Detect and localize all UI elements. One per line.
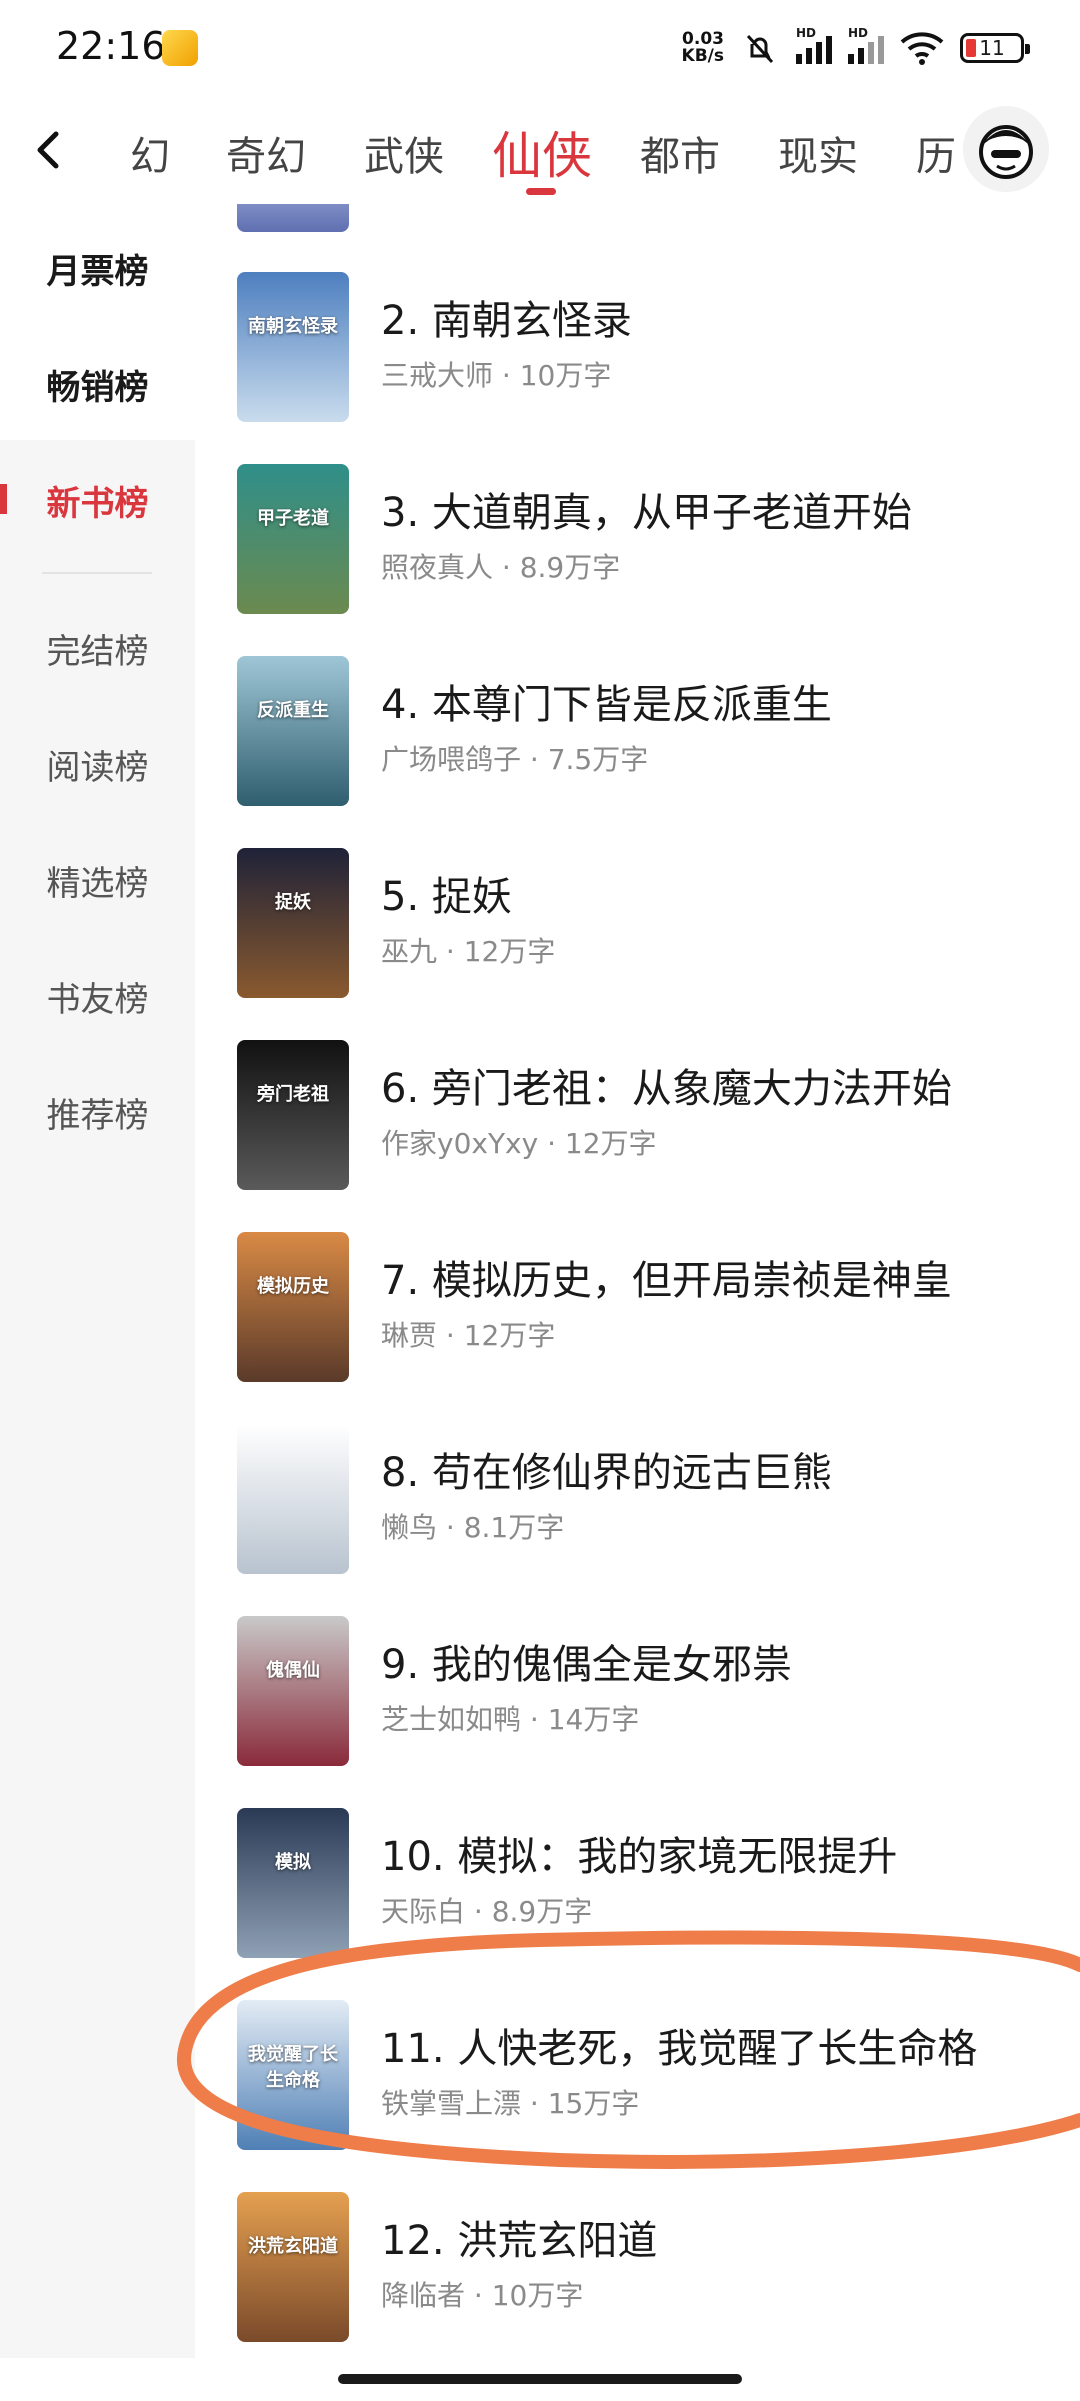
book-row[interactable]: 捉妖 5. 捉妖 巫九 · 12万字	[195, 848, 1080, 1040]
book-title[interactable]: 11. 人快老死，我觉醒了长生命格	[381, 2016, 977, 2074]
sidebar-item-new-books[interactable]: 新书榜	[0, 476, 195, 525]
book-title[interactable]: 5. 捉妖	[381, 864, 512, 922]
book-title[interactable]: 10. 模拟：我的家境无限提升	[381, 1824, 897, 1882]
tab-wuxia[interactable]: 武侠	[364, 124, 444, 182]
book-title[interactable]: 7. 模拟历史，但开局崇祯是神皇	[381, 1248, 952, 1306]
cover-title: 甲子老道	[257, 508, 329, 529]
book-meta: 照夜真人 · 8.9万字	[381, 551, 621, 584]
status-indicators: 0.03 KB/s HD HD 11	[682, 24, 1030, 72]
book-cover[interactable]	[237, 1424, 349, 1574]
book-title[interactable]: 8. 苟在修仙界的远古巨熊	[381, 1440, 832, 1498]
book-row[interactable]: 模拟历史 7. 模拟历史，但开局崇祯是神皇 琳贾 · 12万字	[195, 1232, 1080, 1424]
cover-title: 捉妖	[275, 892, 311, 913]
book-list: 南朝玄怪录 2. 南朝玄怪录 三戒大师 · 10万字 甲子老道 3. 大道朝真，…	[195, 204, 1080, 2354]
category-nav: 幻 奇幻 武侠 仙侠 都市 现实 历	[0, 96, 1080, 204]
book-meta: 天际白 · 8.9万字	[381, 1895, 593, 1928]
status-time: 22:16	[56, 24, 166, 68]
tab-history-partial[interactable]: 历	[916, 124, 956, 182]
sidebar-item-bestseller[interactable]: 畅销榜	[0, 360, 195, 409]
book-meta: 懒鸟 · 8.1万字	[381, 1511, 565, 1544]
book-cover[interactable]: 洪荒玄阳道	[237, 2192, 349, 2342]
cover-title: 模拟	[275, 1852, 311, 1873]
book-title[interactable]: 6. 旁门老祖：从象魔大力法开始	[381, 1056, 952, 1114]
cover-title: 南朝玄怪录	[248, 316, 338, 337]
sidebar-item-featured[interactable]: 精选榜	[0, 856, 195, 905]
signal-hd-label: HD	[796, 26, 817, 40]
network-speed: 0.03 KB/s	[682, 31, 724, 65]
book-meta: 三戒大师 · 10万字	[381, 359, 612, 392]
book-row[interactable]: 我觉醒了长生命格 11. 人快老死，我觉醒了长生命格 铁掌雪上漂 · 15万字	[195, 2000, 1080, 2192]
tab-xianxia[interactable]: 仙侠	[492, 116, 592, 188]
book-row[interactable]: 傀偶仙 9. 我的傀偶全是女邪祟 芝士如如鸭 · 14万字	[195, 1616, 1080, 1808]
book-cover[interactable]: 捉妖	[237, 848, 349, 998]
battery-icon: 11	[960, 33, 1030, 63]
active-tab-indicator	[526, 188, 556, 195]
book-cover[interactable]: 傀偶仙	[237, 1616, 349, 1766]
book-row[interactable]: 模拟 10. 模拟：我的家境无限提升 天际白 · 8.9万字	[195, 1808, 1080, 2000]
book-meta: 铁掌雪上漂 · 15万字	[381, 2087, 640, 2120]
book-cover[interactable]: 旁门老祖	[237, 1040, 349, 1190]
book-cover[interactable]: 南朝玄怪录	[237, 272, 349, 422]
book-title[interactable]: 9. 我的傀偶全是女邪祟	[381, 1632, 792, 1690]
notification-app-icon	[162, 30, 198, 66]
sidebar-item-monthly-votes[interactable]: 月票榜	[0, 244, 195, 293]
book-row[interactable]: 旁门老祖 6. 旁门老祖：从象魔大力法开始 作家y0xYxy · 12万字	[195, 1040, 1080, 1232]
book-cover[interactable]: 反派重生	[237, 656, 349, 806]
tab-qihuan[interactable]: 奇幻	[226, 124, 306, 182]
signal-icon-2: HD	[848, 26, 884, 64]
book-meta: 广场喂鸽子 · 7.5万字	[381, 743, 649, 776]
tab-dushi[interactable]: 都市	[640, 124, 720, 182]
mute-icon	[746, 34, 774, 64]
category-tabs: 幻 奇幻 武侠 仙侠 都市 现实 历	[130, 96, 960, 204]
sidebar-divider	[42, 572, 152, 574]
cover-title: 傀偶仙	[266, 1660, 320, 1681]
book-cover[interactable]: 模拟历史	[237, 1232, 349, 1382]
book-row[interactable]: 8. 苟在修仙界的远古巨熊 懒鸟 · 8.1万字	[195, 1424, 1080, 1616]
book-title[interactable]: 2. 南朝玄怪录	[381, 288, 632, 346]
book-title[interactable]: 4. 本尊门下皆是反派重生	[381, 672, 832, 730]
cover-title: 洪荒玄阳道	[248, 2236, 338, 2257]
ranking-sidebar: 月票榜 畅销榜 新书榜 完结榜 阅读榜 精选榜 书友榜 推荐榜	[0, 204, 195, 2358]
book-meta: 降临者 · 10万字	[381, 2279, 584, 2312]
cover-title: 旁门老祖	[257, 1084, 329, 1105]
book-meta: 芝士如如鸭 · 14万字	[381, 1703, 640, 1736]
book-row[interactable]: 南朝玄怪录 2. 南朝玄怪录 三戒大师 · 10万字	[195, 272, 1080, 464]
cover-title: 反派重生	[257, 700, 329, 721]
book-row[interactable]: 洪荒玄阳道 12. 洪荒玄阳道 降临者 · 10万字	[195, 2192, 1080, 2354]
tab-xianshi[interactable]: 现实	[778, 124, 858, 182]
book-row[interactable]: 甲子老道 3. 大道朝真，从甲子老道开始 照夜真人 · 8.9万字	[195, 464, 1080, 656]
sidebar-item-readers[interactable]: 书友榜	[0, 972, 195, 1021]
sidebar-item-recommend[interactable]: 推荐榜	[0, 1088, 195, 1137]
book-meta: 作家y0xYxy · 12万字	[381, 1127, 657, 1160]
book-title[interactable]: 12. 洪荒玄阳道	[381, 2208, 657, 2266]
book-row[interactable]: 反派重生 4. 本尊门下皆是反派重生 广场喂鸽子 · 7.5万字	[195, 656, 1080, 848]
back-arrow-icon[interactable]	[22, 122, 78, 178]
book-meta: 巫九 · 12万字	[381, 935, 556, 968]
tab-fantasy-partial[interactable]: 幻	[130, 124, 170, 182]
book-cover[interactable]: 甲子老道	[237, 464, 349, 614]
avatar[interactable]	[963, 106, 1049, 192]
status-bar: 22:16 0.03 KB/s HD HD 11	[0, 0, 1080, 96]
home-indicator[interactable]	[338, 2374, 742, 2384]
signal-icon: HD	[796, 26, 832, 64]
book-meta: 琳贾 · 12万字	[381, 1319, 556, 1352]
book-cover[interactable]: 我觉醒了长生命格	[237, 2000, 349, 2150]
sidebar-item-reading[interactable]: 阅读榜	[0, 740, 195, 789]
book-cover[interactable]: 模拟	[237, 1808, 349, 1958]
partial-book-cover[interactable]	[237, 204, 349, 232]
cover-title: 模拟历史	[257, 1276, 329, 1297]
book-title[interactable]: 3. 大道朝真，从甲子老道开始	[381, 480, 912, 538]
cover-title: 我觉醒了长生命格	[248, 2044, 338, 2091]
battery-level: 11	[979, 36, 1005, 60]
sidebar-item-completed[interactable]: 完结榜	[0, 624, 195, 673]
signal-hd-label-2: HD	[848, 26, 869, 40]
network-speed-unit: KB/s	[681, 46, 724, 66]
wifi-icon	[900, 32, 944, 65]
